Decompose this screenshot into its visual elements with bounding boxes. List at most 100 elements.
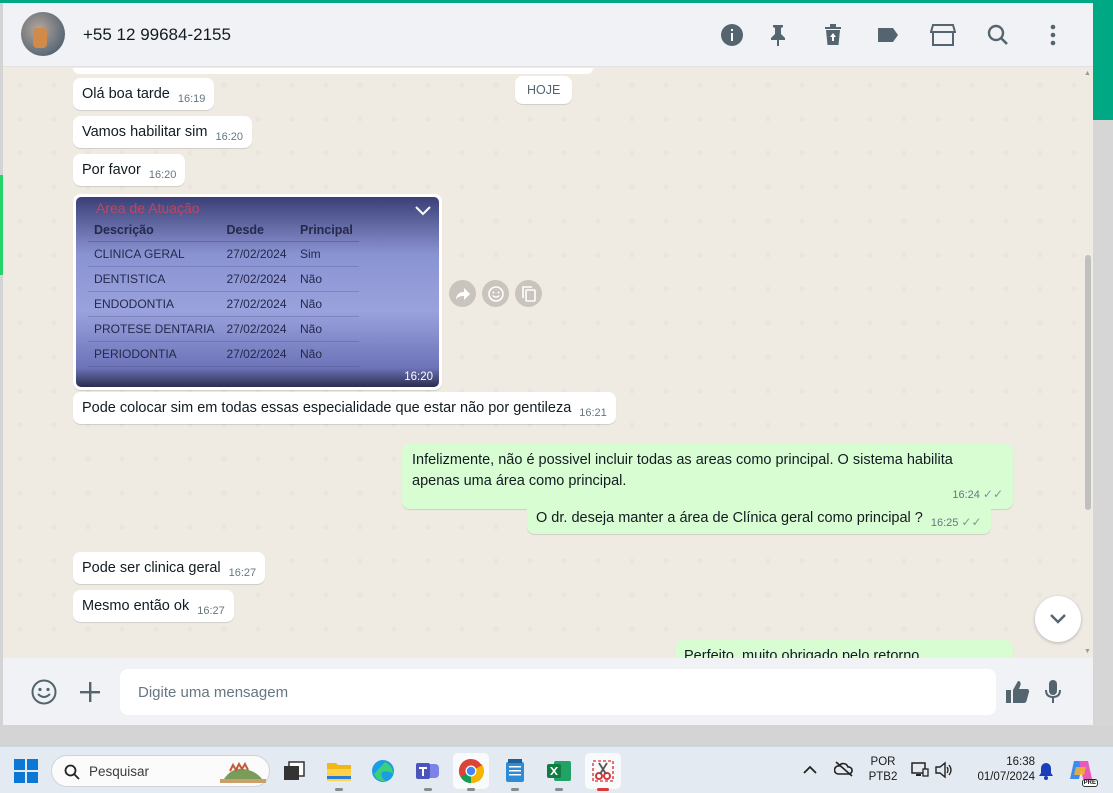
- image-title: Area de Atuação: [96, 200, 200, 216]
- copilot-preview-badge: PRE: [1081, 779, 1098, 787]
- tray-overflow-chevron-icon[interactable]: [803, 762, 817, 780]
- info-icon[interactable]: [718, 21, 746, 49]
- taskbar-edge-icon[interactable]: [365, 753, 401, 789]
- image-table-row: DENTISTICA 27/02/2024 Não: [88, 266, 359, 292]
- taskbar-notepad-icon[interactable]: [497, 753, 533, 791]
- image-table-cell: 27/02/2024: [220, 241, 294, 267]
- message-incoming[interactable]: Por favor 16:20: [73, 154, 186, 186]
- message-text: Por favor: [82, 162, 141, 178]
- message-list[interactable]: HOJE Olá boa tarde 16:19 Vamos habilitar …: [3, 68, 1093, 658]
- previous-message-bubble: [73, 68, 593, 74]
- label-tag-icon[interactable]: [874, 21, 902, 49]
- date-chip: HOJE: [515, 76, 573, 104]
- message-incoming[interactable]: Vamos habilitar sim 16:20: [73, 116, 252, 148]
- running-indicator: [597, 788, 609, 791]
- microphone-icon[interactable]: [1039, 678, 1067, 706]
- forward-icon[interactable]: [449, 280, 476, 307]
- emoji-react-icon[interactable]: [482, 280, 509, 307]
- windows-taskbar: Pesquisar POR PTB2 16:38 01/07/2024 PRE: [0, 746, 1113, 793]
- image-table-cell: Não: [294, 341, 359, 367]
- clock-date: 01/07/2024: [977, 771, 1035, 783]
- language-code: POR: [870, 756, 896, 768]
- store-icon[interactable]: [929, 21, 957, 49]
- image-table-row: CLINICA GERAL 27/02/2024 Sim: [88, 241, 359, 267]
- image-table-cell: Não: [294, 316, 359, 342]
- taskbar-search-box[interactable]: Pesquisar: [51, 755, 270, 787]
- search-icon[interactable]: [984, 21, 1012, 49]
- image-table-cell: 27/02/2024: [220, 316, 294, 342]
- chevron-down-icon[interactable]: [415, 203, 431, 219]
- copy-icon[interactable]: [515, 280, 542, 307]
- message-text: Pode colocar sim em todas essas especial…: [82, 400, 572, 416]
- message-text: Pode ser clinica geral: [82, 560, 221, 576]
- taskbar-chrome-icon[interactable]: [453, 753, 489, 791]
- network-ethernet-icon[interactable]: [911, 761, 929, 784]
- clock-time: 16:38: [1006, 756, 1035, 768]
- scroll-up-arrow[interactable]: ▲: [1084, 70, 1091, 77]
- contact-name[interactable]: +55 12 99684-2155: [83, 25, 231, 45]
- keyboard-language-indicator[interactable]: POR PTB2: [866, 755, 900, 785]
- message-text: Mesmo então ok: [82, 598, 190, 614]
- chat-header: +55 12 99684-2155: [3, 3, 1093, 67]
- taskbar-task-view-icon[interactable]: [276, 753, 312, 789]
- message-outgoing[interactable]: O dr. deseja manter a área de Clínica ge…: [527, 502, 991, 534]
- message-time: 16:25: [930, 517, 959, 529]
- onedrive-offline-icon[interactable]: [833, 760, 854, 783]
- thumbs-up-icon[interactable]: [1004, 678, 1032, 706]
- whatsapp-window: +55 12 99684-2155 HOJE Olá boa tarde 16:1…: [3, 3, 1093, 725]
- scroll-to-bottom-button[interactable]: [1035, 596, 1081, 642]
- scroll-down-arrow[interactable]: ▼: [1084, 648, 1091, 655]
- pin-icon[interactable]: [764, 21, 792, 49]
- image-table-cell: 27/02/2024: [220, 266, 294, 292]
- message-time: 16:27: [197, 605, 225, 617]
- message-time: 16:19: [177, 93, 206, 105]
- image-preview[interactable]: Area de Atuação Descrição Desde Principa…: [76, 197, 439, 387]
- compose-bar: [3, 658, 1093, 725]
- image-table-cell: DENTISTICA: [88, 266, 221, 292]
- volume-speaker-icon[interactable]: [935, 761, 953, 784]
- image-table-header: Descrição Desde Principal: [88, 219, 359, 242]
- message-time: 16:24: [952, 489, 980, 501]
- image-table-cell: 27/02/2024: [220, 341, 294, 367]
- message-outgoing[interactable]: Perfeito, muito obrigado pelo retorno: [675, 640, 1013, 658]
- contact-avatar[interactable]: [21, 12, 65, 56]
- keyboard-layout-code: PTB2: [868, 771, 898, 783]
- copilot-icon[interactable]: PRE: [1068, 757, 1098, 787]
- message-text: Perfeito, muito obrigado pelo retorno: [684, 648, 920, 658]
- windows-start-icon[interactable]: [14, 759, 38, 783]
- message-incoming[interactable]: Pode colocar sim em todas essas especial…: [73, 392, 616, 424]
- image-table-header-cell: Desde: [220, 219, 294, 242]
- image-message[interactable]: Area de Atuação Descrição Desde Principa…: [73, 194, 442, 390]
- scrollbar-thumb[interactable]: [1085, 255, 1091, 510]
- image-table-cell: PROTESE DENTARIA: [88, 316, 221, 342]
- message-incoming[interactable]: Mesmo então ok 16:27: [73, 590, 234, 622]
- taskbar-teams-icon[interactable]: [410, 753, 446, 791]
- message-time: 16:27: [228, 567, 257, 579]
- taskbar-file-explorer-icon[interactable]: [321, 753, 357, 791]
- emoji-icon[interactable]: [30, 678, 58, 706]
- image-table-header-cell: Principal: [294, 219, 359, 242]
- message-time: 16:20: [148, 169, 177, 181]
- search-highlight-dinosaur-icon: [220, 761, 266, 783]
- system-clock[interactable]: 16:38 01/07/2024: [965, 755, 1035, 785]
- attach-plus-icon[interactable]: [76, 678, 104, 706]
- double-check-icon: ✓✓: [982, 487, 1003, 501]
- message-incoming[interactable]: Olá boa tarde 16:19: [73, 78, 215, 110]
- image-table-row: ENDODONTIA 27/02/2024 Não: [88, 291, 359, 317]
- message-time: 16:20: [215, 131, 243, 143]
- image-table-cell: Não: [294, 291, 359, 317]
- image-table-cell: 27/02/2024: [220, 291, 294, 317]
- taskbar-search-placeholder: Pesquisar: [89, 764, 150, 779]
- image-table-header-cell: Descrição: [88, 219, 221, 242]
- message-input[interactable]: [120, 669, 996, 715]
- notification-bell-icon[interactable]: [1038, 762, 1054, 785]
- chat-scrollbar[interactable]: ▲ ▼: [1083, 70, 1093, 656]
- menu-kebab-icon[interactable]: [1039, 21, 1067, 49]
- taskbar-excel-icon[interactable]: [541, 753, 577, 791]
- message-incoming[interactable]: Pode ser clinica geral 16:27: [73, 552, 266, 584]
- message-outgoing[interactable]: Infelizmente, não é possivel incluir tod…: [402, 444, 1013, 509]
- double-check-icon: ✓✓: [961, 515, 982, 529]
- taskbar-snipping-tool-icon[interactable]: [585, 753, 621, 791]
- running-indicator: [335, 788, 343, 791]
- delete-icon[interactable]: [819, 21, 847, 49]
